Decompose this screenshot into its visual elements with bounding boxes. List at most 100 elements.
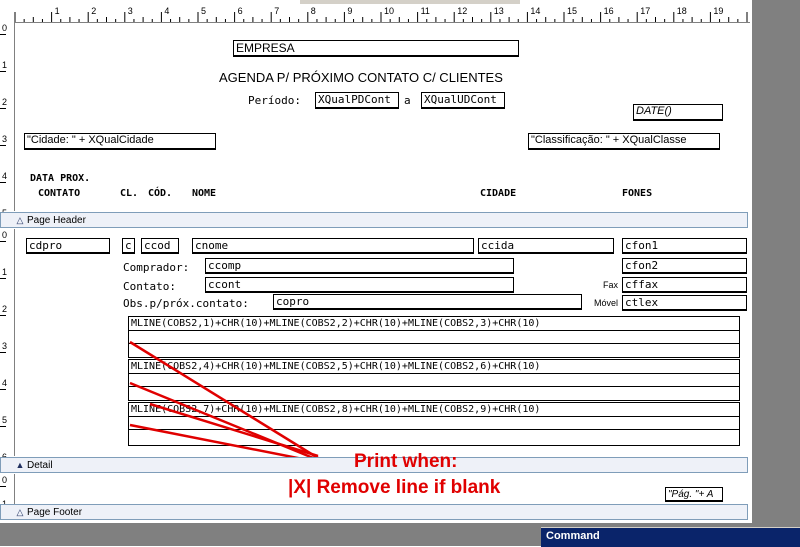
ccomp-field[interactable]: ccomp (205, 258, 514, 274)
ruler-number: 0 (2, 23, 8, 33)
ruler-number: 1 (2, 60, 8, 70)
horizontal-ruler: 1234567891011121314151617181920 (0, 4, 750, 23)
ruler-number: 10 (384, 6, 395, 16)
cdpro-field[interactable]: cdpro (26, 238, 110, 254)
comprador-label: Comprador: (123, 261, 190, 274)
ruler-tick (0, 278, 6, 279)
ruler-number: 18 (676, 6, 687, 16)
band-collapse-icon: △ (16, 507, 24, 517)
band-collapse-icon: △ (16, 215, 24, 225)
ruler-number: 5 (2, 415, 8, 425)
ruler-tick (0, 389, 6, 390)
ruler-number: 3 (2, 341, 8, 351)
fax-label: Fax (603, 280, 619, 290)
empresa-field[interactable]: EMPRESA (233, 40, 519, 57)
col-header-data: DATA PROX. (30, 173, 91, 184)
ruler-ticks (14, 12, 748, 22)
cidade-field[interactable]: "Cidade: " + XQualCidade (24, 133, 216, 150)
ccont-field[interactable]: ccont (205, 277, 514, 293)
ruler-number: 1 (2, 267, 8, 277)
date-field[interactable]: DATE() (633, 104, 723, 121)
ruler-tick (0, 426, 6, 427)
annotation-remove-line: |X| Remove line if blank (288, 477, 501, 498)
ruler-tick (0, 352, 6, 353)
col-header-contato: CONTATO (38, 188, 81, 199)
copro-field[interactable]: copro (273, 294, 582, 310)
ruler-number: 3 (127, 6, 133, 16)
ruler-tick (0, 34, 6, 35)
ruler-number: 16 (603, 6, 614, 16)
page-footer-band[interactable]: △ Page Footer (0, 504, 748, 520)
ruler-number: 7 (274, 6, 280, 16)
designer-workspace (752, 0, 800, 546)
ruler-tick (0, 145, 6, 146)
ruler-number: 0 (2, 230, 8, 240)
report-title: AGENDA P/ PRÓXIMO CONTATO C/ CLIENTES (219, 70, 503, 85)
ruler-number: 15 (567, 6, 578, 16)
ruler-number: 2 (2, 97, 8, 107)
col-header-fones: FONES (622, 188, 653, 199)
annotation-print-when: Print when: (354, 451, 458, 472)
col-header-nome: NOME (192, 188, 217, 199)
ruler-number: 0 (2, 475, 8, 485)
page-number-field[interactable]: "Pág. "+ A (665, 487, 723, 502)
c-field[interactable]: c (122, 238, 135, 254)
ruler-tick (0, 486, 6, 487)
periodo-separator: a (404, 94, 411, 107)
ruler-number: 4 (2, 378, 8, 388)
ruler-number: 6 (237, 6, 243, 16)
ruler-tick (0, 315, 6, 316)
ccod-field[interactable]: ccod (141, 238, 179, 254)
vertical-ruler-detail: 0123456 (0, 229, 15, 464)
col-header-cod: CÓD. (148, 188, 173, 199)
periodo-to-field[interactable]: XQualUDCont (421, 92, 505, 109)
ruler-number: 4 (2, 171, 8, 181)
command-window[interactable]: Command (541, 527, 800, 547)
mline-expression-1: MLINE(COBS2,1)+CHR(10)+MLINE(COBS2,2)+CH… (131, 318, 541, 329)
ruler-number: 19 (713, 6, 724, 16)
mline-expression-3: MLINE(COBS2,7)+CHR(10)+MLINE(COBS2,8)+CH… (131, 404, 541, 415)
vertical-ruler-footer: 01 (0, 474, 15, 511)
contato-label: Contato: (123, 280, 176, 293)
cfon2-field[interactable]: cfon2 (622, 258, 747, 274)
mline-block-1[interactable]: MLINE(COBS2,1)+CHR(10)+MLINE(COBS2,2)+CH… (128, 316, 740, 358)
ruler-number: 14 (530, 6, 541, 16)
ruler-number: 13 (493, 6, 504, 16)
classificacao-field[interactable]: "Classificação: " + XQualClasse (528, 133, 720, 150)
ruler-number: 4 (164, 6, 170, 16)
mline-block-3[interactable]: MLINE(COBS2,7)+CHR(10)+MLINE(COBS2,8)+CH… (128, 402, 740, 446)
cfon1-field[interactable]: cfon1 (622, 238, 747, 254)
ruler-number: 11 (420, 6, 430, 16)
ruler-number: 2 (91, 6, 97, 16)
ruler-tick (0, 71, 6, 72)
band-collapse-icon: ▲ (15, 460, 25, 470)
mline-block-2[interactable]: MLINE(COBS2,4)+CHR(10)+MLINE(COBS2,5)+CH… (128, 359, 740, 401)
periodo-label: Período: (248, 94, 301, 107)
periodo-from-field[interactable]: XQualPDCont (315, 92, 399, 109)
col-header-cidade: CIDADE (480, 188, 517, 199)
mline-expression-2: MLINE(COBS2,4)+CHR(10)+MLINE(COBS2,5)+CH… (131, 361, 541, 372)
cnome-field[interactable]: cnome (192, 238, 474, 254)
cffax-field[interactable]: cffax (622, 277, 747, 293)
ruler-number: 1 (54, 6, 60, 16)
ruler-tick (0, 108, 6, 109)
ruler-number: 5 (201, 6, 207, 16)
ruler-tick (0, 182, 6, 183)
col-header-cl: CL. (120, 188, 139, 199)
band-label: Detail (27, 460, 53, 471)
ruler-number: 17 (640, 6, 651, 16)
vertical-ruler-header: 012345 (0, 22, 15, 220)
ctlex-field[interactable]: ctlex (622, 295, 747, 311)
band-label: Page Footer (27, 507, 83, 518)
ruler-tick (0, 241, 6, 242)
movel-label: Móvel (594, 298, 619, 308)
command-window-title: Command (546, 530, 600, 542)
band-label: Page Header (27, 215, 86, 226)
ruler-number: 3 (2, 134, 8, 144)
page-header-band[interactable]: △ Page Header (0, 212, 748, 228)
obs-label: Obs.p/próx.contato: (123, 297, 249, 310)
ruler-number: 12 (457, 6, 468, 16)
ccida-field[interactable]: ccida (478, 238, 614, 254)
ruler-number: 2 (2, 304, 8, 314)
ruler-number: 8 (310, 6, 316, 16)
